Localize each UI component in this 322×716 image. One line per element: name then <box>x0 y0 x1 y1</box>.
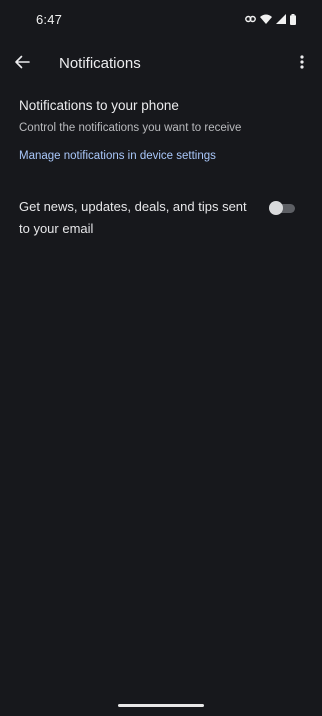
wifi-icon <box>260 14 272 24</box>
manage-notifications-link[interactable]: Manage notifications in device settings <box>19 150 216 162</box>
toggle-thumb <box>269 201 283 215</box>
more-options-button[interactable] <box>290 52 314 76</box>
more-vert-icon <box>300 54 304 74</box>
phone-notifications-title: Notifications to your phone <box>19 98 179 113</box>
back-button[interactable] <box>10 52 34 76</box>
battery-icon <box>290 13 296 25</box>
phone-notifications-description: Control the notifications you want to re… <box>19 122 242 134</box>
status-time: 6:47 <box>36 12 63 27</box>
app-bar: Notifications <box>0 40 322 88</box>
status-bar: 6:47 <box>0 0 322 40</box>
status-icons <box>245 12 296 26</box>
home-indicator[interactable] <box>118 704 204 707</box>
arrow-back-icon <box>14 54 30 75</box>
email-option-row[interactable]: Get news, updates, deals, and tips sent … <box>19 196 309 240</box>
email-toggle[interactable] <box>269 201 295 215</box>
page-title: Notifications <box>59 55 141 72</box>
link-icon <box>245 15 256 23</box>
signal-icon <box>276 14 286 24</box>
email-option-label: Get news, updates, deals, and tips sent … <box>19 199 247 236</box>
